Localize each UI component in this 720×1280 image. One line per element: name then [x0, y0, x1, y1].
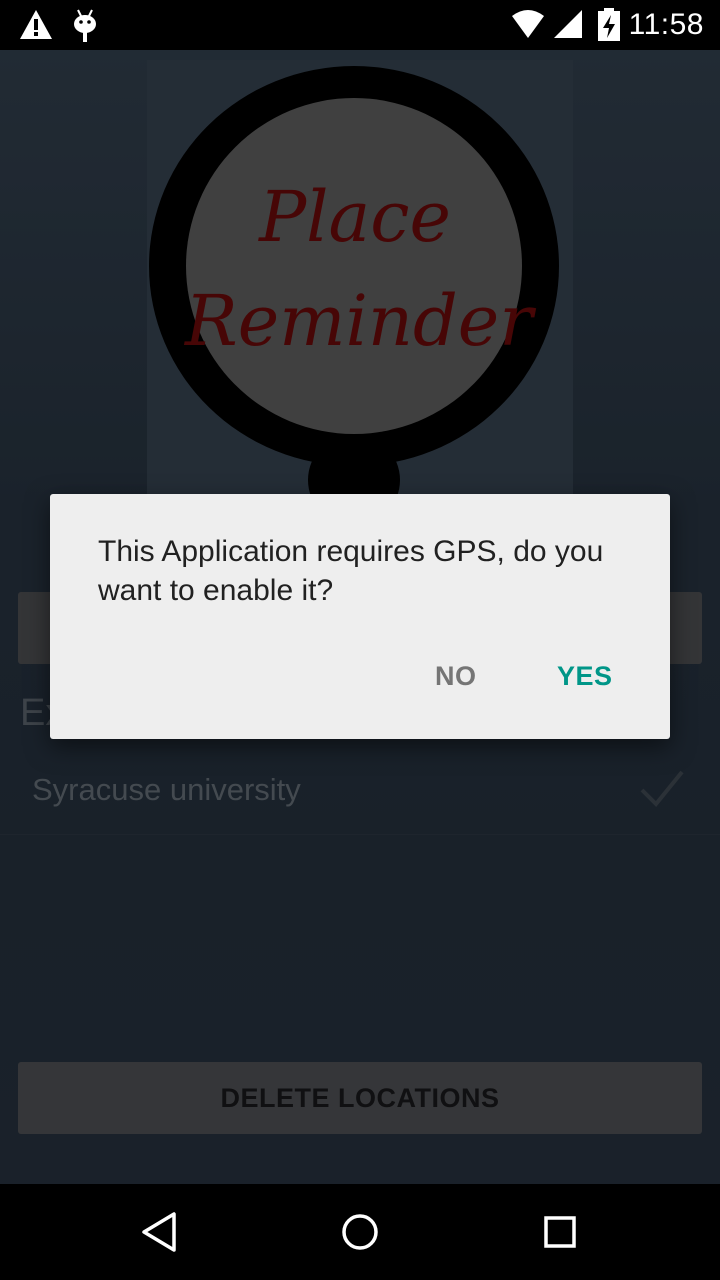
clock: 11:58 [628, 8, 704, 41]
back-icon[interactable] [138, 1210, 182, 1254]
wifi-icon [512, 10, 544, 38]
navigation-bar [0, 1184, 720, 1280]
yes-button[interactable]: YES [557, 654, 613, 698]
dialog-message: This Application requires GPS, do you wa… [98, 535, 604, 607]
warning-icon [20, 10, 52, 39]
status-bar: 11:58 [0, 0, 720, 50]
battery-charging-icon [598, 8, 620, 41]
gps-dialog: This Application requires GPS, do you wa… [50, 494, 670, 739]
signal-icon [554, 10, 582, 38]
android-debug-icon [74, 9, 96, 42]
recents-icon[interactable] [538, 1210, 582, 1254]
home-icon[interactable] [338, 1210, 382, 1254]
no-button[interactable]: NO [435, 654, 477, 698]
